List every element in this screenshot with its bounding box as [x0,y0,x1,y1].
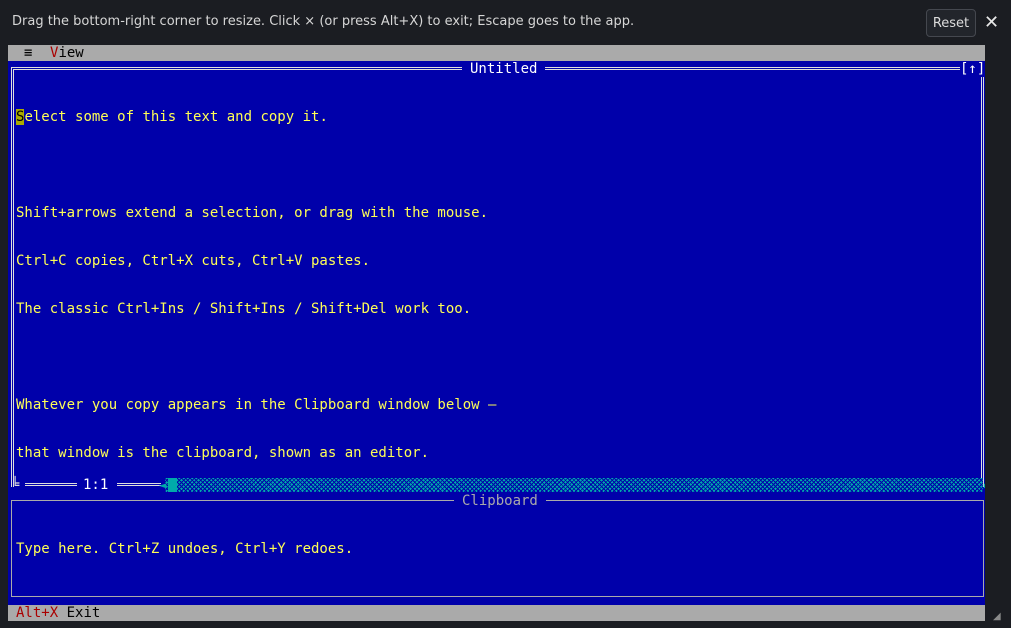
editor-line: Shift+arrows extend a selection, or drag… [16,205,489,221]
cursor-position-indicator: 1:1 [83,477,109,493]
border-segment [117,483,161,486]
resize-corner-icon[interactable]: ╘ [11,477,19,493]
scrollbar-thumb[interactable] [168,478,177,492]
close-icon[interactable]: ✕ [984,12,999,34]
exit-label: Exit [66,605,101,621]
status-bar: Alt+X Exit [8,605,985,621]
exit-hotkey: Alt+X [16,605,59,621]
resize-hint-text: Drag the bottom-right corner to resize. … [12,14,635,29]
menu-item-view-label: iew [58,45,84,61]
editor-line: Whatever you copy appears in the Clipboa… [16,397,497,413]
horizontal-scrollbar[interactable]: ◄ ► [159,477,985,493]
scroll-left-arrow-icon[interactable]: ◄ [159,477,166,493]
menu-bar: ≡ View [8,45,985,61]
editor-line: Select some of this text and copy it. [16,109,328,125]
clipboard-window-frame[interactable] [11,500,984,597]
editor-line: The classic Ctrl+Ins / Shift+Ins / Shift… [16,301,472,317]
clipboard-window-title: Clipboard [454,493,546,509]
reset-button[interactable]: Reset [926,9,976,37]
scroll-right-arrow-icon[interactable]: ► [984,477,985,493]
menu-item-view[interactable]: View [50,45,84,61]
zoom-window-icon[interactable]: [↑] [960,61,985,77]
editor-window-title: Untitled [462,61,546,77]
resize-grip-icon[interactable]: ◢ [993,612,1003,622]
system-menu-icon[interactable]: ≡ [24,45,32,61]
editor-line: Ctrl+C copies, Ctrl+X cuts, Ctrl+V paste… [16,253,371,269]
top-instruction-bar: Drag the bottom-right corner to resize. … [0,0,1011,45]
status-exit-item[interactable]: Alt+X Exit [16,605,100,621]
border-segment [25,483,77,486]
editor-line: that window is the clipboard, shown as a… [16,445,430,461]
terminal-app: ≡ View Untitled [↑] Select some of this … [8,45,985,621]
